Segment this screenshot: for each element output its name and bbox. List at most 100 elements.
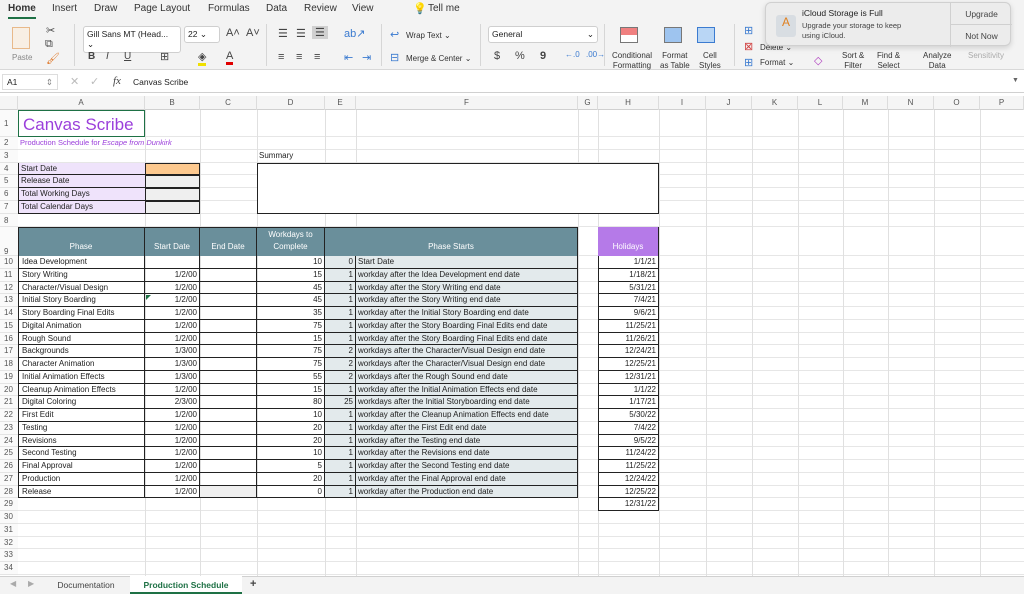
phase-cell[interactable]: Digital Animation: [18, 319, 145, 333]
end-date-cell[interactable]: [200, 421, 257, 435]
phase-starts-cell[interactable]: workday after the Revisions end date: [356, 447, 578, 460]
offset-cell[interactable]: 1: [325, 332, 356, 346]
row-header-2[interactable]: 2: [0, 137, 18, 150]
merge-center-button[interactable]: Merge & Center ⌄: [406, 54, 471, 64]
info-value[interactable]: [145, 201, 200, 214]
holiday-cell[interactable]: 12/31/22: [598, 498, 659, 511]
end-date-cell[interactable]: [200, 383, 257, 397]
phase-cell[interactable]: Idea Development: [18, 256, 145, 269]
format-button[interactable]: Format ⌄: [760, 58, 794, 68]
offset-cell[interactable]: 1: [325, 447, 356, 460]
workdays-cell[interactable]: 10: [257, 447, 325, 460]
row-header-5[interactable]: 5: [0, 175, 18, 189]
subtitle-cell[interactable]: Production Schedule for Escape from Dunk…: [18, 137, 257, 150]
workdays-cell[interactable]: 75: [257, 319, 325, 333]
offset-cell[interactable]: 1: [325, 307, 356, 320]
conditional-formatting-button[interactable]: Conditional Formatting: [612, 51, 652, 71]
offset-cell[interactable]: 1: [325, 319, 356, 333]
column-header-K[interactable]: K: [752, 96, 798, 110]
info-value[interactable]: [145, 175, 200, 189]
offset-cell[interactable]: 1: [325, 383, 356, 397]
not-now-button[interactable]: Not Now: [950, 25, 1012, 47]
info-value[interactable]: [145, 188, 200, 201]
offset-cell[interactable]: 1: [325, 472, 356, 486]
cut-icon[interactable]: ✂: [46, 24, 55, 37]
start-date-cell[interactable]: 1/2/00: [145, 485, 200, 499]
workdays-cell[interactable]: 55: [257, 370, 325, 384]
phase-cell[interactable]: Character Animation: [18, 358, 145, 371]
font-color-icon[interactable]: A: [226, 50, 234, 65]
underline-button[interactable]: U: [124, 51, 131, 62]
info-label[interactable]: Total Calendar Days: [18, 201, 145, 214]
cell-styles-button[interactable]: Cell Styles: [699, 51, 721, 71]
align-middle-icon[interactable]: ☰: [296, 27, 306, 40]
end-date-cell[interactable]: [200, 358, 257, 371]
scroll-right-icon[interactable]: ▶: [28, 579, 34, 588]
row-header-11[interactable]: 11: [0, 268, 18, 282]
start-date-cell[interactable]: 1/2/00: [145, 332, 200, 346]
phase-starts-cell[interactable]: workday after the Story Writing end date: [356, 294, 578, 307]
phase-starts-cell[interactable]: workdays after the Rough Sound end date: [356, 370, 578, 384]
end-date-cell[interactable]: [200, 307, 257, 320]
row-header-4[interactable]: 4: [0, 162, 18, 176]
phase-starts-cell[interactable]: workday after the Second Testing end dat…: [356, 460, 578, 473]
row-header-32[interactable]: 32: [0, 536, 18, 550]
start-date-cell[interactable]: 1/2/00: [145, 319, 200, 333]
phase-cell[interactable]: Rough Sound: [18, 332, 145, 346]
cancel-icon[interactable]: ✕: [70, 75, 79, 88]
tab-draw[interactable]: Draw: [94, 3, 117, 14]
offset-cell[interactable]: 0: [325, 256, 356, 269]
holiday-cell[interactable]: 5/30/22: [598, 409, 659, 422]
paste-icon[interactable]: [12, 27, 30, 49]
holiday-cell[interactable]: 1/1/21: [598, 256, 659, 269]
end-date-cell[interactable]: [200, 294, 257, 307]
align-right-icon[interactable]: ≡: [314, 51, 320, 63]
end-date-cell[interactable]: [200, 434, 257, 448]
row-header-9[interactable]: 9: [0, 227, 18, 256]
tab-data[interactable]: Data: [266, 3, 287, 14]
row-header-22[interactable]: 22: [0, 409, 18, 422]
row-header-21[interactable]: 21: [0, 396, 18, 409]
summary-label[interactable]: Summary: [257, 150, 325, 163]
phase-cell[interactable]: First Edit: [18, 409, 145, 422]
workdays-cell[interactable]: 5: [257, 460, 325, 473]
row-header-6[interactable]: 6: [0, 188, 18, 201]
offset-cell[interactable]: 2: [325, 358, 356, 371]
start-date-cell[interactable]: 1/2/00: [145, 434, 200, 448]
end-date-cell[interactable]: [200, 409, 257, 422]
formula-input[interactable]: Canvas Scribe: [133, 77, 188, 87]
offset-cell[interactable]: 1: [325, 485, 356, 499]
wrap-text-button[interactable]: Wrap Text ⌄: [406, 31, 451, 41]
expand-formula-bar-icon[interactable]: ▼: [1012, 77, 1019, 84]
offset-cell[interactable]: 1: [325, 268, 356, 282]
holiday-cell[interactable]: 9/6/21: [598, 307, 659, 320]
phase-cell[interactable]: Testing: [18, 421, 145, 435]
offset-cell[interactable]: 1: [325, 434, 356, 448]
phase-cell[interactable]: Initial Story Boarding: [18, 294, 145, 307]
column-header-D[interactable]: D: [257, 96, 325, 110]
end-date-cell[interactable]: [200, 447, 257, 460]
phase-starts-cell[interactable]: workday after the Production end date: [356, 485, 578, 499]
decrease-indent-icon[interactable]: ⇤: [344, 51, 353, 64]
workdays-cell[interactable]: 45: [257, 294, 325, 307]
phase-starts-cell[interactable]: workday after the Idea Development end d…: [356, 268, 578, 282]
title-cell[interactable]: Canvas Scribe: [18, 110, 145, 137]
format-painter-icon[interactable]: 🖌: [46, 52, 60, 65]
phase-cell[interactable]: Character/Visual Design: [18, 281, 145, 295]
tab-home[interactable]: Home: [8, 3, 36, 19]
offset-cell[interactable]: 1: [325, 421, 356, 435]
row-header-17[interactable]: 17: [0, 345, 18, 358]
phase-starts-cell[interactable]: workday after the Cleanup Animation Effe…: [356, 409, 578, 422]
fill-color-icon[interactable]: ◈: [198, 50, 207, 66]
phase-cell[interactable]: Initial Animation Effects: [18, 370, 145, 384]
workdays-cell[interactable]: 20: [257, 434, 325, 448]
start-date-cell[interactable]: 1/2/00: [145, 268, 200, 282]
start-date-cell[interactable]: 1/2/00: [145, 409, 200, 422]
row-header-26[interactable]: 26: [0, 460, 18, 473]
tab-insert[interactable]: Insert: [52, 3, 77, 14]
phase-starts-cell[interactable]: workdays after the Initial Storyboarding…: [356, 396, 578, 409]
sort-filter-button[interactable]: Sort & Filter: [842, 51, 864, 71]
decrease-font-icon[interactable]: A˅: [246, 27, 260, 39]
start-date-cell[interactable]: 1/2/00: [145, 383, 200, 397]
start-date-cell[interactable]: 1/2/00: [145, 307, 200, 320]
